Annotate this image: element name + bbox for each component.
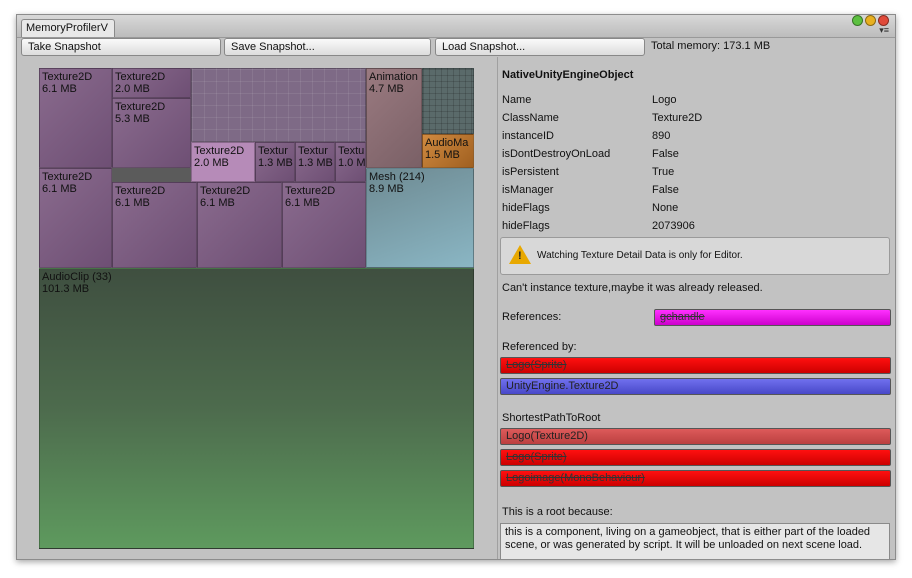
prop-value: Texture2D: [652, 112, 703, 124]
treemap-cell[interactable]: Animation 4.7 MB: [366, 68, 422, 168]
cell-size: 101.3 MB: [42, 283, 90, 295]
prop-key: isManager: [502, 184, 554, 196]
cell-size: 1.3 MB: [258, 157, 293, 169]
treemap-cell[interactable]: Texture2D 2.0 MB: [112, 68, 191, 98]
treemap-cell[interactable]: Textur 1.3 MB: [255, 142, 295, 182]
prop-value: None: [652, 202, 679, 214]
panel-menu-icon[interactable]: ▾≡: [879, 26, 889, 35]
prop-key: isPersistent: [502, 166, 559, 178]
warning-text: Watching Texture Detail Data is only for…: [537, 250, 743, 261]
load-snapshot-button[interactable]: Load Snapshot...: [435, 38, 645, 56]
cell-name: Texture2D: [194, 145, 245, 157]
treemap-cell[interactable]: Texture2D 6.1 MB: [197, 182, 282, 268]
tab-memory-profiler[interactable]: MemoryProfilerV: [21, 19, 115, 37]
root-reason-label: This is a root because:: [502, 506, 613, 518]
cell-size: 6.1 MB: [285, 197, 320, 209]
cell-name: Texture2D: [200, 185, 251, 197]
prop-value: 2073906: [652, 220, 695, 232]
prop-value: False: [652, 148, 679, 160]
prop-value: 890: [652, 130, 671, 142]
treemap-cell[interactable]: Texture2D 5.3 MB: [112, 98, 191, 168]
prop-value: True: [652, 166, 675, 178]
cell-name: Textu: [338, 145, 365, 157]
cell-size: 6.1 MB: [200, 197, 235, 209]
treemap-small-cells[interactable]: [422, 68, 474, 134]
cant-instance-message: Can't instance texture,maybe it was alre…: [502, 282, 763, 294]
take-snapshot-button[interactable]: Take Snapshot: [21, 38, 221, 56]
cell-name: Texture2D: [285, 185, 336, 197]
reference-label: Logoimage(MonoBehaviour): [506, 472, 645, 484]
cell-size: 6.1 MB: [42, 183, 77, 195]
cell-name: Texture2D: [42, 171, 93, 183]
treemap-small-cells[interactable]: [191, 68, 366, 142]
shortest-path-item[interactable]: Logoimage(MonoBehaviour): [500, 470, 891, 487]
referenced-by-item[interactable]: UnityEngine.Texture2D: [500, 378, 891, 395]
cell-size: 1.5 MB: [425, 149, 460, 161]
prop-key: instanceID: [502, 130, 554, 142]
editor-only-warning: ! Watching Texture Detail Data is only f…: [500, 237, 890, 275]
prop-key: ClassName: [502, 112, 559, 124]
minimize-button[interactable]: [865, 15, 876, 26]
referenced-by-item[interactable]: Logo(Sprite): [500, 357, 891, 374]
treemap-cell[interactable]: Textur 1.3 MB: [295, 142, 335, 182]
reference-label: gchandle: [660, 311, 705, 323]
reference-label: Logo(Sprite): [506, 451, 567, 463]
prop-value: Logo: [652, 94, 677, 106]
root-reason-textbox[interactable]: this is a component, living on a gameobj…: [500, 523, 890, 559]
cell-size: 8.9 MB: [369, 183, 404, 195]
treemap-cell[interactable]: AudioMa 1.5 MB: [422, 134, 474, 168]
prop-value: False: [652, 184, 679, 196]
treemap-cell[interactable]: Texture2D 6.1 MB: [112, 182, 197, 268]
cell-name: Textur: [298, 145, 328, 157]
cell-size: 1.0 M: [338, 157, 366, 169]
prop-key: hideFlags: [502, 220, 550, 232]
cell-name: Texture2D: [115, 101, 166, 113]
reference-label: Logo(Sprite): [506, 359, 567, 371]
total-memory-label: Total memory: 173.1 MB: [651, 40, 771, 52]
shortest-path-item[interactable]: Logo(Texture2D): [500, 428, 891, 445]
prop-key: Name: [502, 94, 532, 106]
reference-label: UnityEngine.Texture2D: [506, 380, 619, 392]
cell-name: Animation: [369, 71, 418, 83]
prop-key: isDontDestroyOnLoad: [502, 148, 611, 160]
reference-gchandle-button[interactable]: gchandle: [654, 309, 891, 326]
warning-icon-mark: !: [518, 250, 522, 262]
cell-size: 2.0 MB: [115, 83, 150, 95]
treemap-cell[interactable]: Texture2D 2.0 MB: [191, 142, 255, 182]
cell-size: 5.3 MB: [115, 113, 150, 125]
cell-size: 2.0 MB: [194, 157, 229, 169]
reference-label: Logo(Texture2D): [506, 430, 588, 442]
referenced-by-label: Referenced by:: [502, 341, 577, 353]
cell-name: AudioClip (33): [42, 271, 112, 283]
cell-name: Mesh (214): [369, 171, 425, 183]
shortest-path-label: ShortestPathToRoot: [502, 412, 601, 424]
memory-treemap[interactable]: Texture2D 6.1 MB Texture2D 2.0 MB Texture2…: [39, 68, 474, 549]
treemap-cell[interactable]: Texture2D 6.1 MB: [282, 182, 366, 268]
references-label: References:: [502, 311, 562, 323]
shortest-path-item[interactable]: Logo(Sprite): [500, 449, 891, 466]
treemap-cell[interactable]: Textu 1.0 M: [335, 142, 366, 182]
tab-bar: MemoryProfilerV ▾≡: [17, 15, 895, 38]
cell-name: Texture2D: [115, 185, 166, 197]
zoom-button[interactable]: [852, 15, 863, 26]
cell-size: 1.3 MB: [298, 157, 333, 169]
cell-name: AudioMa: [425, 137, 469, 149]
cell-size: 6.1 MB: [42, 83, 77, 95]
treemap-cell[interactable]: AudioClip (33) 101.3 MB: [39, 268, 474, 549]
treemap-cell[interactable]: Texture2D 6.1 MB: [39, 168, 112, 268]
cell-size: 6.1 MB: [115, 197, 150, 209]
cell-name: Textur: [258, 145, 288, 157]
cell-size: 4.7 MB: [369, 83, 404, 95]
treemap-cell[interactable]: Mesh (214) 8.9 MB: [366, 168, 474, 268]
memory-profiler-window: MemoryProfilerV ▾≡ Take Snapshot Save Sn…: [16, 14, 896, 560]
inspector-panel: NativeUnityEngineObject Name Logo ClassN…: [497, 57, 895, 559]
cell-name: Texture2D: [42, 71, 93, 83]
cell-name: Texture2D: [115, 71, 166, 83]
treemap-cell[interactable]: Texture2D 6.1 MB: [39, 68, 112, 168]
inspector-title: NativeUnityEngineObject: [502, 69, 634, 81]
prop-key: hideFlags: [502, 202, 550, 214]
save-snapshot-button[interactable]: Save Snapshot...: [224, 38, 431, 56]
